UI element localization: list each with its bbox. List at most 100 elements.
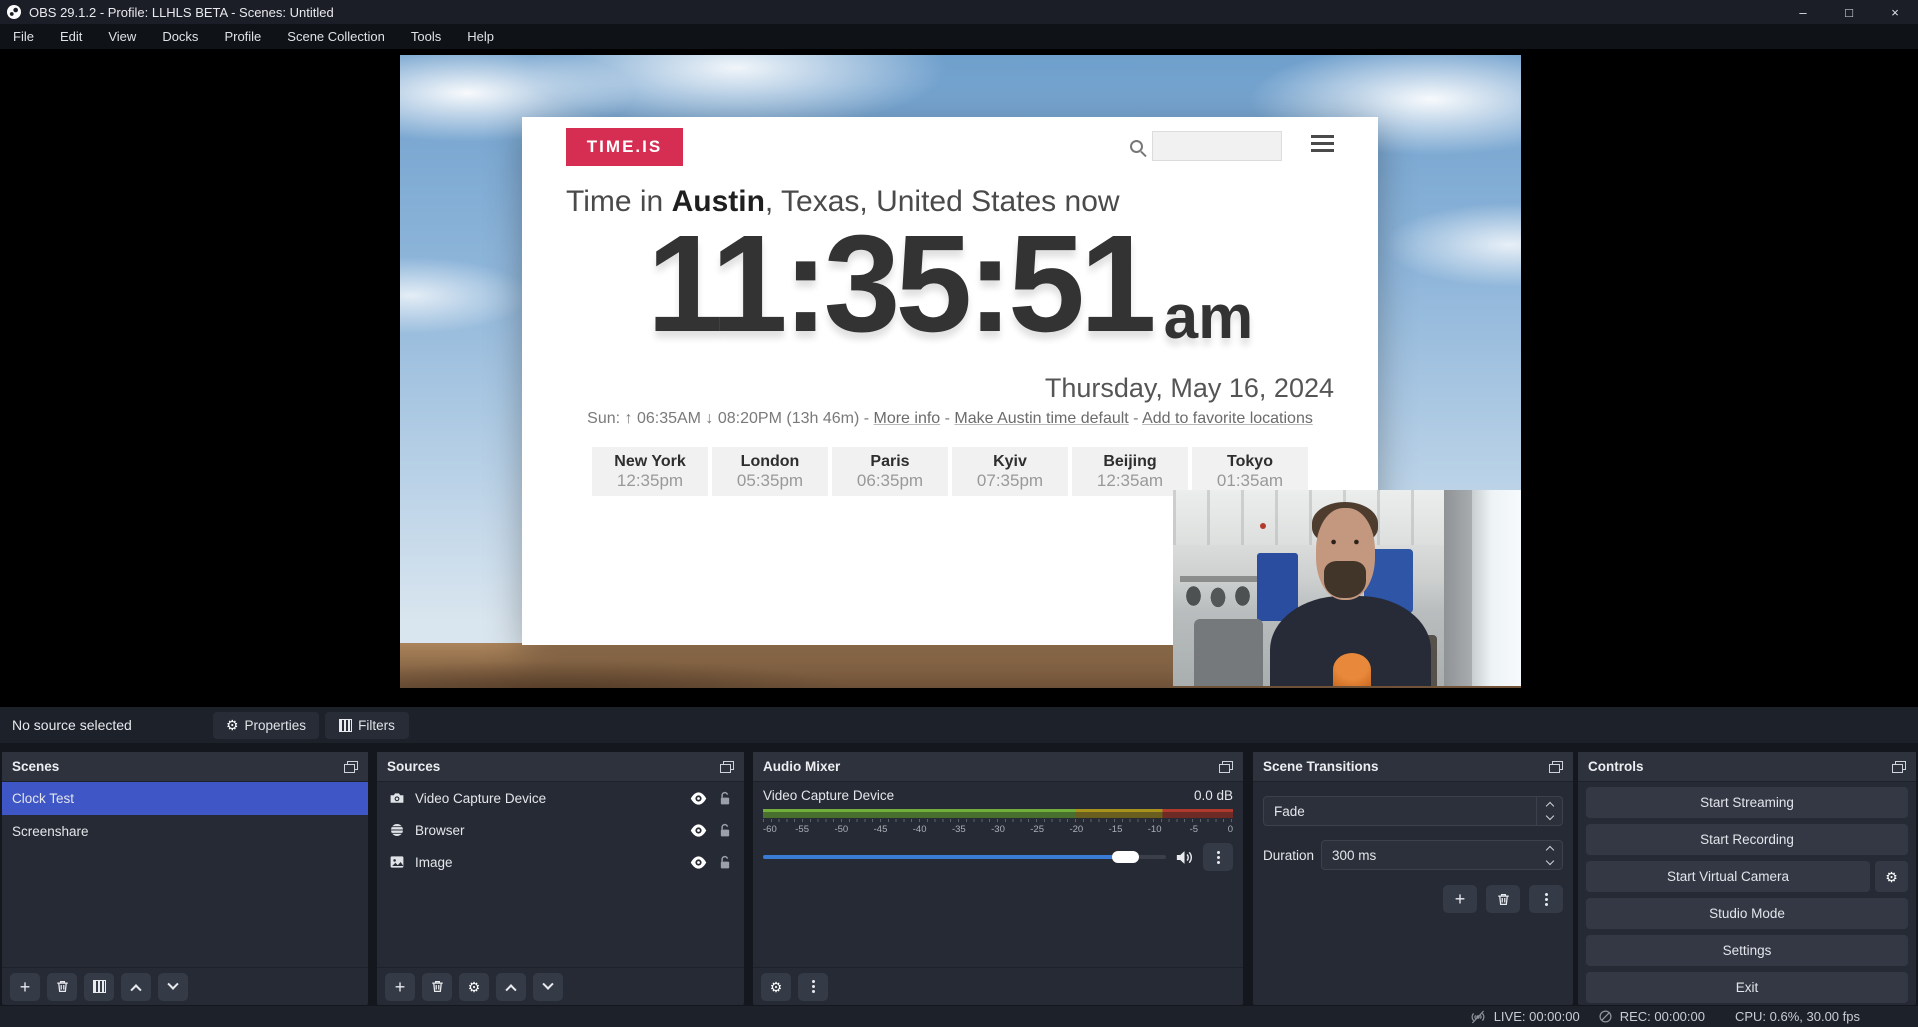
lock-open-icon[interactable]: [718, 791, 732, 806]
trash-icon: [1496, 892, 1511, 907]
sources-dock-header[interactable]: Sources: [377, 752, 744, 782]
globe-icon: [389, 822, 405, 838]
more-info-link: More info: [874, 410, 941, 427]
add-transition-button[interactable]: +: [1443, 885, 1477, 913]
volume-slider-handle[interactable]: [1112, 851, 1139, 863]
kebab-menu-icon: [1217, 856, 1220, 859]
remove-transition-button[interactable]: [1486, 885, 1520, 913]
move-scene-up-button[interactable]: [121, 973, 151, 1001]
studio-mode-button[interactable]: Studio Mode: [1586, 898, 1908, 929]
move-scene-down-button[interactable]: [158, 973, 188, 1001]
volume-slider[interactable]: [763, 855, 1166, 859]
start-streaming-button[interactable]: Start Streaming: [1586, 787, 1908, 818]
chevron-up-icon: [505, 984, 516, 995]
properties-button[interactable]: ⚙ Properties: [213, 712, 319, 739]
menu-profile[interactable]: Profile: [211, 24, 274, 49]
meter-tick-labels: -60 -55 -50 -45 -40 -35 -30 -25 -20 -15 …: [763, 822, 1233, 835]
mixer-channel-menu-button[interactable]: [1203, 843, 1233, 871]
remove-source-button[interactable]: [422, 973, 452, 1001]
audio-mixer-dock: Audio Mixer Video Capture Device 0.0 dB …: [753, 752, 1243, 1005]
transitions-header[interactable]: Scene Transitions: [1253, 752, 1573, 782]
virtual-camera-config-button[interactable]: ⚙: [1875, 861, 1908, 892]
menu-tools[interactable]: Tools: [398, 24, 454, 49]
trash-icon: [55, 979, 70, 994]
city-new-york: New York12:35pm: [592, 447, 708, 496]
speaker-icon[interactable]: [1175, 849, 1194, 866]
menu-scene-collection[interactable]: Scene Collection: [274, 24, 398, 49]
settings-button[interactable]: Settings: [1586, 935, 1908, 966]
scene-filters-button[interactable]: [84, 973, 114, 1001]
minimize-button[interactable]: –: [1780, 0, 1826, 24]
popout-icon[interactable]: [720, 761, 734, 773]
move-source-down-button[interactable]: [533, 973, 563, 1001]
rec-inactive-icon: [1598, 1009, 1613, 1024]
lock-open-icon[interactable]: [718, 823, 732, 838]
kebab-menu-icon: [1545, 898, 1548, 901]
menu-docks[interactable]: Docks: [149, 24, 211, 49]
gear-icon: ⚙: [1885, 870, 1898, 884]
scene-item-clock-test[interactable]: Clock Test: [2, 782, 368, 815]
advanced-audio-button[interactable]: ⚙: [761, 973, 791, 1001]
scene-item-screenshare[interactable]: Screenshare: [2, 815, 368, 848]
menu-edit[interactable]: Edit: [47, 24, 95, 49]
remove-scene-button[interactable]: [47, 973, 77, 1001]
city-tokyo: Tokyo01:35am: [1192, 447, 1308, 496]
menu-file[interactable]: File: [0, 24, 47, 49]
source-row-video-capture[interactable]: Video Capture Device: [377, 782, 744, 814]
controls-header[interactable]: Controls: [1578, 752, 1916, 782]
add-scene-button[interactable]: +: [10, 973, 40, 1001]
status-bar: LIVE: 00:00:00 REC: 00:00:00 CPU: 0.6%, …: [0, 1006, 1918, 1027]
program-canvas[interactable]: TIME.IS Time in Austin, Texas, United St…: [400, 55, 1521, 688]
mixer-menu-button[interactable]: [798, 973, 828, 1001]
transition-properties-button[interactable]: [1529, 885, 1563, 913]
mixer-channel-name: Video Capture Device: [763, 788, 894, 803]
webcam-source[interactable]: [1173, 490, 1521, 686]
source-properties-button[interactable]: ⚙: [459, 973, 489, 1001]
visibility-eye-icon[interactable]: [690, 824, 707, 837]
filter-icon: [93, 980, 106, 993]
popout-icon[interactable]: [1549, 761, 1563, 773]
obs-window: OBS 29.1.2 - Profile: LLHLS BETA - Scene…: [0, 0, 1918, 1027]
add-source-button[interactable]: +: [385, 973, 415, 1001]
search-icon: [1130, 140, 1143, 153]
source-row-image[interactable]: Image: [377, 846, 744, 878]
visibility-eye-icon[interactable]: [690, 792, 707, 805]
title-bar: OBS 29.1.2 - Profile: LLHLS BETA - Scene…: [0, 0, 1918, 24]
chevron-down-icon: [167, 978, 178, 989]
lock-open-icon[interactable]: [718, 855, 732, 870]
chevron-up-icon: [130, 984, 141, 995]
visibility-eye-icon[interactable]: [690, 856, 707, 869]
filters-button[interactable]: Filters: [325, 712, 409, 739]
timeis-logo: TIME.IS: [566, 128, 683, 166]
menu-view[interactable]: View: [95, 24, 149, 49]
popout-icon[interactable]: [1892, 761, 1906, 773]
city-kyiv: Kyiv07:35pm: [952, 447, 1068, 496]
audio-mixer-header[interactable]: Audio Mixer: [753, 752, 1243, 782]
duration-spinbox[interactable]: 300 ms: [1321, 840, 1563, 870]
close-button[interactable]: ×: [1872, 0, 1918, 24]
trash-icon: [430, 979, 445, 994]
exit-button[interactable]: Exit: [1586, 972, 1908, 1003]
cpu-fps-stats: CPU: 0.6%, 30.00 fps: [1735, 1009, 1860, 1024]
chevron-up-icon: [1545, 802, 1553, 810]
chevron-down-icon: [542, 978, 553, 989]
scenes-dock: Scenes Clock Test Screenshare +: [2, 752, 368, 1005]
start-recording-button[interactable]: Start Recording: [1586, 824, 1908, 855]
spin-chevrons[interactable]: [1538, 841, 1562, 869]
popout-icon[interactable]: [344, 761, 358, 773]
chevron-down-icon: [1546, 856, 1554, 864]
window-title: OBS 29.1.2 - Profile: LLHLS BETA - Scene…: [29, 5, 334, 20]
maximize-button[interactable]: □: [1826, 0, 1872, 24]
date-text: Thursday, May 16, 2024: [1045, 373, 1334, 404]
transition-select[interactable]: Fade: [1263, 796, 1563, 826]
menu-help[interactable]: Help: [454, 24, 507, 49]
gear-sliders-icon: ⚙: [770, 980, 783, 994]
scenes-dock-header[interactable]: Scenes: [2, 752, 368, 782]
image-icon: [389, 854, 405, 870]
controls-dock: Controls Start Streaming Start Recording…: [1578, 752, 1916, 1005]
popout-icon[interactable]: [1219, 761, 1233, 773]
move-source-up-button[interactable]: [496, 973, 526, 1001]
source-row-browser[interactable]: Browser: [377, 814, 744, 846]
rec-timer: REC: 00:00:00: [1620, 1009, 1705, 1024]
start-virtual-camera-button[interactable]: Start Virtual Camera: [1586, 861, 1870, 892]
